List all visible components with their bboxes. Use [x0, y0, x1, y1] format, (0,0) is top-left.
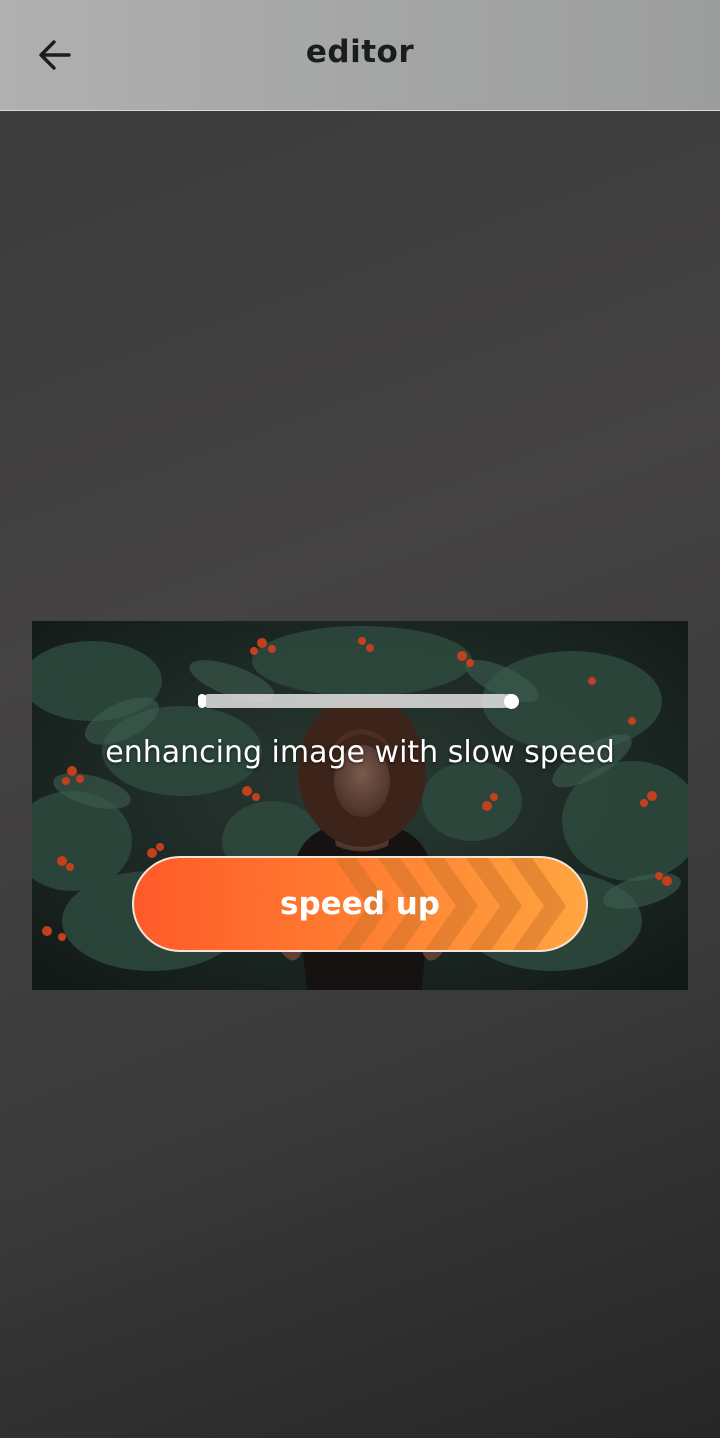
- progress-bar: [202, 694, 517, 708]
- status-text: enhancing image with slow speed: [105, 735, 615, 770]
- progress-fill: [202, 694, 508, 708]
- page-title: editor: [305, 34, 415, 70]
- photo-preview: enhancing image with slow speed speed up: [32, 621, 688, 990]
- app-bar: editor: [0, 0, 720, 111]
- speed-up-label: speed up: [280, 886, 440, 922]
- progress-start-cap: [198, 694, 206, 708]
- progress-knob: [503, 694, 519, 709]
- speed-up-button[interactable]: speed up: [132, 856, 588, 952]
